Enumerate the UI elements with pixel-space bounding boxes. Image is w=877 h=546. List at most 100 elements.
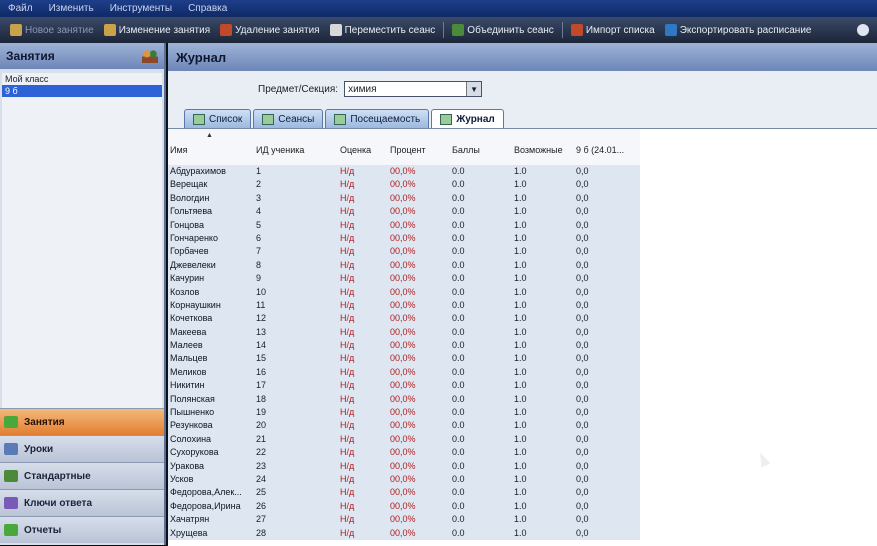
grade-cell: Н/д [340, 407, 355, 418]
table-row[interactable]: Качурин 9 Н/д 00,0% 0.0 1.0 0,0 [168, 272, 640, 285]
table-row[interactable]: Солохина 21 Н/д 00,0% 0.0 1.0 0,0 [168, 433, 640, 446]
tab[interactable]: Список [184, 109, 252, 128]
table-row[interactable]: Гольтяева 4 Н/д 00,0% 0.0 1.0 0,0 [168, 205, 640, 218]
toolbar-button[interactable]: Изменение занятия [100, 24, 214, 36]
tabs: Список Сеансы Посещаемость Журнал [184, 109, 504, 128]
points-cell: 0.0 [452, 219, 465, 230]
session-score-cell: 0,0 [576, 273, 589, 284]
nav-icon [4, 416, 18, 428]
column-header[interactable]: Возможные [514, 145, 563, 155]
session-score-cell: 0,0 [576, 473, 589, 484]
class-item[interactable]: 9 б [2, 85, 162, 97]
tab[interactable]: Журнал [431, 109, 504, 128]
nav-button[interactable]: Занятия [0, 408, 164, 435]
points-cell: 0.0 [452, 473, 465, 484]
table-row[interactable]: Верещак 2 Н/д 00,0% 0.0 1.0 0,0 [168, 178, 640, 191]
points-cell: 0.0 [452, 407, 465, 418]
table-row[interactable]: Федорова,Ирина 26 Н/д 00,0% 0.0 1.0 0,0 [168, 500, 640, 513]
student-id: 23 [256, 460, 267, 471]
table-row[interactable]: Сухорукова 22 Н/д 00,0% 0.0 1.0 0,0 [168, 446, 640, 459]
menu-item[interactable]: Инструменты [102, 3, 180, 14]
table-row[interactable]: Макеева 13 Н/д 00,0% 0.0 1.0 0,0 [168, 326, 640, 339]
percent-cell: 00,0% [390, 527, 416, 538]
student-name: Хрущева [170, 527, 208, 538]
table-row[interactable]: Гончаренко 6 Н/д 00,0% 0.0 1.0 0,0 [168, 232, 640, 245]
table-row[interactable]: Хачатрян 27 Н/д 00,0% 0.0 1.0 0,0 [168, 513, 640, 526]
nav-button[interactable]: Стандартные [0, 462, 164, 489]
grade-cell: Н/д [340, 500, 355, 511]
menu-item[interactable]: Файл [0, 3, 41, 14]
session-score-cell: 0,0 [576, 192, 589, 203]
toolbar-button[interactable]: Экспортировать расписание [661, 24, 816, 36]
chevron-down-icon[interactable]: ▼ [466, 82, 482, 96]
points-cell: 0.0 [452, 179, 465, 190]
grade-cell: Н/д [340, 166, 355, 176]
tab[interactable]: Посещаемость [325, 109, 430, 128]
table-row[interactable]: Корнаушкин 11 Н/д 00,0% 0.0 1.0 0,0 [168, 299, 640, 312]
student-id: 10 [256, 286, 267, 297]
subject-select[interactable]: химия ▼ [344, 81, 483, 97]
column-header[interactable]: Оценка [340, 145, 371, 155]
percent-cell: 00,0% [390, 487, 416, 498]
possible-cell: 1.0 [514, 273, 527, 284]
sort-asc-icon[interactable]: ▲ [206, 132, 213, 139]
column-header[interactable]: Баллы [452, 145, 480, 155]
toolbar-button-label: Импорт списка [585, 24, 655, 36]
nav-button[interactable]: Ключи ответа [0, 489, 164, 516]
table-row[interactable]: Резункова 20 Н/д 00,0% 0.0 1.0 0,0 [168, 419, 640, 432]
column-header[interactable]: Имя [170, 145, 188, 155]
column-header[interactable]: Процент [390, 145, 426, 155]
table-row[interactable]: Джевелеки 8 Н/д 00,0% 0.0 1.0 0,0 [168, 259, 640, 272]
toolbar: Новое занятие Изменение занятия Удаление з… [0, 17, 877, 43]
percent-cell: 00,0% [390, 340, 416, 351]
table-row[interactable]: Уракова 23 Н/д 00,0% 0.0 1.0 0,0 [168, 460, 640, 473]
sidebar-title: Занятия [6, 49, 55, 63]
possible-cell: 1.0 [514, 487, 527, 498]
nav-button[interactable]: Уроки [0, 435, 164, 462]
column-header[interactable]: 9 б (24.01... [576, 145, 624, 155]
grade-cell: Н/д [340, 353, 355, 364]
table-row[interactable]: Кочеткова 12 Н/д 00,0% 0.0 1.0 0,0 [168, 312, 640, 325]
nav-button-label: Занятия [24, 416, 65, 428]
table-row[interactable]: Мальцев 15 Н/д 00,0% 0.0 1.0 0,0 [168, 352, 640, 365]
toolbar-button[interactable]: Удаление занятия [216, 24, 323, 36]
toolbar-button[interactable]: Переместить сеанс [326, 24, 440, 36]
table-row[interactable]: Козлов 10 Н/д 00,0% 0.0 1.0 0,0 [168, 286, 640, 299]
table-row[interactable]: Абдурахимов 1 Н/д 00,0% 0.0 1.0 0,0 [168, 165, 640, 178]
tab[interactable]: Сеансы [253, 109, 324, 128]
menu-item[interactable]: Изменить [41, 3, 102, 14]
session-score-cell: 0,0 [576, 166, 589, 176]
column-header[interactable]: ИД ученика [256, 145, 304, 155]
sidebar: Занятия Мой класс 9 б Занятия Уроки Стандар… [0, 43, 166, 545]
table-row[interactable]: Горбачев 7 Н/д 00,0% 0.0 1.0 0,0 [168, 245, 640, 258]
nav-button[interactable]: Отчеты [0, 516, 164, 543]
table-row[interactable]: Вологдин 3 Н/д 00,0% 0.0 1.0 0,0 [168, 192, 640, 205]
table-row[interactable]: Меликов 16 Н/д 00,0% 0.0 1.0 0,0 [168, 366, 640, 379]
menu-item[interactable]: Справка [180, 3, 235, 14]
toolbar-button[interactable]: Новое занятие [6, 24, 98, 36]
student-name: Абдурахимов [170, 166, 226, 176]
classes-people-icon[interactable] [142, 49, 158, 63]
toolbar-button[interactable]: Объединить сеанс [448, 24, 558, 36]
grade-cell: Н/д [340, 299, 355, 310]
edit-lesson-icon [103, 24, 116, 36]
table-row[interactable]: Хрущева 28 Н/д 00,0% 0.0 1.0 0,0 [168, 527, 640, 540]
subject-selector: Предмет/Секция: химия ▼ [258, 81, 483, 97]
table-row[interactable]: Никитин 17 Н/д 00,0% 0.0 1.0 0,0 [168, 379, 640, 392]
points-cell: 0.0 [452, 514, 465, 525]
table-row[interactable]: Федорова,Алек... 25 Н/д 00,0% 0.0 1.0 0,0 [168, 486, 640, 499]
toolbar-button-label: Экспортировать расписание [679, 24, 812, 36]
student-id: 13 [256, 326, 267, 337]
table-row[interactable]: Пышненко 19 Н/д 00,0% 0.0 1.0 0,0 [168, 406, 640, 419]
class-item[interactable]: Мой класс [2, 73, 162, 85]
toolbar-button[interactable]: Импорт списка [567, 24, 659, 36]
possible-cell: 1.0 [514, 407, 527, 418]
table-row[interactable]: Усков 24 Н/д 00,0% 0.0 1.0 0,0 [168, 473, 640, 486]
nav-icon [4, 497, 18, 509]
percent-cell: 00,0% [390, 259, 416, 270]
help-icon[interactable] [857, 24, 869, 36]
table-row[interactable]: Малеев 14 Н/д 00,0% 0.0 1.0 0,0 [168, 339, 640, 352]
table-row[interactable]: Полянская 18 Н/д 00,0% 0.0 1.0 0,0 [168, 393, 640, 406]
points-cell: 0.0 [452, 232, 465, 243]
table-row[interactable]: Гонцова 5 Н/д 00,0% 0.0 1.0 0,0 [168, 219, 640, 232]
